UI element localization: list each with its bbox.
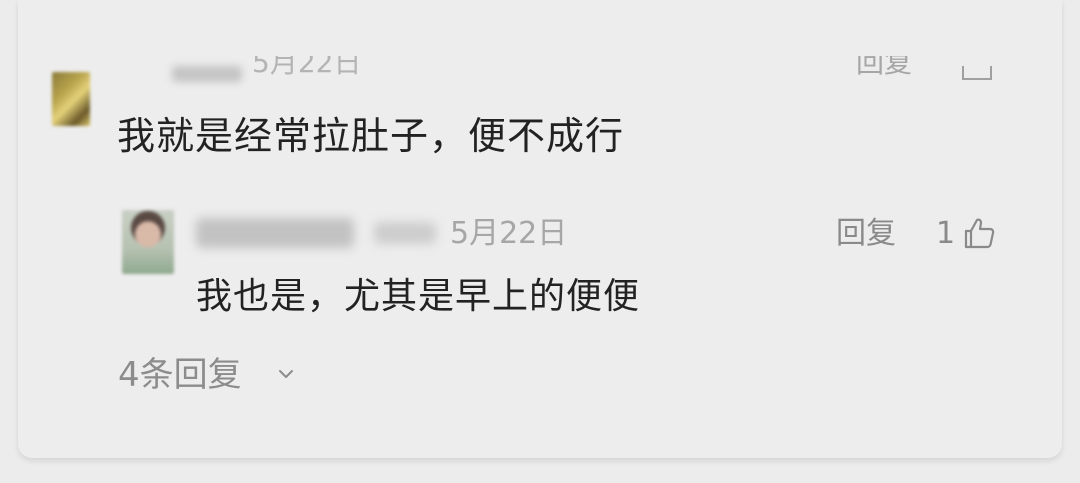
more-replies-button[interactable]: 4条回复 xyxy=(118,352,242,398)
replier-location-blurred xyxy=(374,222,436,244)
comment-like-icon[interactable] xyxy=(962,66,992,80)
comment-date: 5月22日 xyxy=(252,56,362,79)
comment-reply-button[interactable]: 回复 xyxy=(856,56,912,82)
reply-text: 我也是，尤其是早上的便便 xyxy=(196,276,641,317)
reply-like-count: 1 xyxy=(936,216,956,251)
replier-name-blurred xyxy=(196,218,354,248)
reply-date: 5月22日 xyxy=(450,216,568,251)
comment-text: 我就是经常拉肚子，便不成行 xyxy=(117,114,625,158)
chevron-down-icon[interactable] xyxy=(278,366,294,382)
thumbs-up-icon[interactable] xyxy=(962,216,996,250)
commenter-name-blurred xyxy=(172,66,242,82)
reply-reply-button[interactable]: 回复 xyxy=(836,214,896,254)
replier-avatar[interactable] xyxy=(122,210,174,274)
commenter-avatar[interactable] xyxy=(52,72,90,126)
